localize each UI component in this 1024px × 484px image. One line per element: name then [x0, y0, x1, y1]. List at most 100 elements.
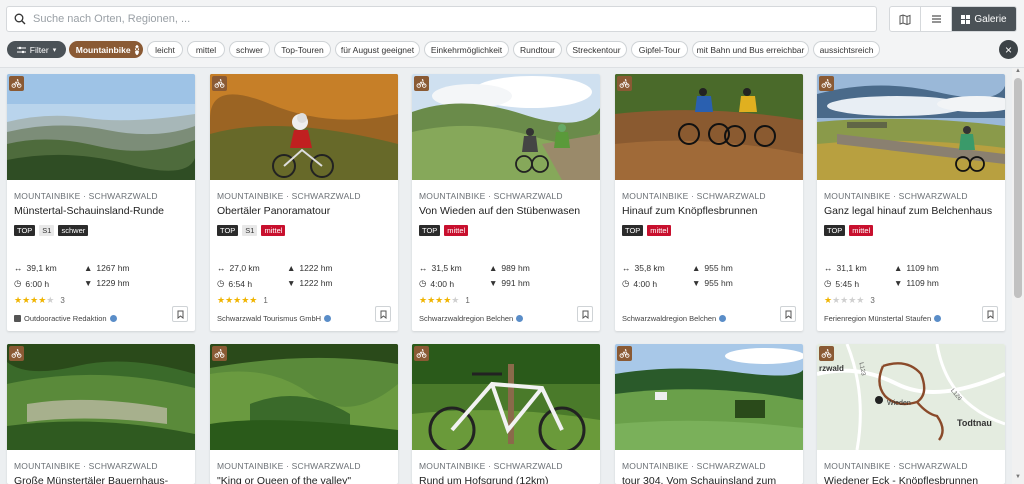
bookmark-button[interactable] [172, 306, 188, 322]
tour-card[interactable]: MOUNTAINBIKE · SCHWARZWALD Münstertal-Sc… [7, 74, 195, 331]
chip-top-touren[interactable]: Top-Touren [274, 41, 331, 58]
tour-title[interactable]: tour 304. Vom Schauinsland zum [622, 475, 776, 484]
tour-source[interactable]: Ferienregion Münstertal Staufen [824, 314, 942, 323]
tour-tags: TOP mittel [824, 225, 874, 236]
tour-title[interactable]: Obertäler Panoramatour [217, 205, 330, 217]
chip-mountainbike-active[interactable]: Mountainbike × [69, 41, 143, 58]
tour-card[interactable]: MOUNTAINBIKE · SCHWARZWALD tour 304. Vom… [615, 344, 803, 484]
view-switcher: Galerie [889, 6, 1017, 32]
filter-button[interactable]: Filter ▾ [7, 41, 66, 58]
verified-icon [719, 315, 727, 322]
bookmark-button[interactable] [780, 306, 796, 322]
tag-top: TOP [824, 225, 846, 236]
clock-icon: ◷ [622, 278, 630, 288]
tour-card[interactable]: MOUNTAINBIKE · SCHWARZWALD Große Münster… [7, 344, 195, 484]
bookmark-button[interactable] [982, 306, 998, 322]
chip-mittel[interactable]: mittel [187, 41, 225, 58]
duration: 6:54 h [228, 278, 253, 289]
star-rating: ★★★★★ [14, 295, 55, 305]
tour-title[interactable]: Münstertal-Schauinsland-Runde [14, 205, 164, 217]
chip-einkehr[interactable]: Einkehrmöglichkeit [424, 41, 509, 58]
rating: ★★★★★ 1 [419, 295, 470, 306]
tour-title[interactable]: Hinauf zum Knöpflesbrunnen [622, 205, 757, 217]
gallery-view-button[interactable]: Galerie [952, 7, 1016, 31]
chip-aussichtsreich[interactable]: aussichtsreich [813, 41, 880, 58]
ascent-icon: ▲ [84, 263, 93, 273]
bike-icon [212, 346, 227, 361]
source-name: Schwarzwaldregion Belchen [622, 314, 717, 323]
chip-rundtour[interactable]: Rundtour [513, 41, 562, 58]
tour-image [7, 74, 195, 180]
tour-card[interactable]: MOUNTAINBIKE · SCHWARZWALD Hinauf zum Kn… [615, 74, 803, 331]
tour-source[interactable]: Schwarzwald Tourismus GmbH [217, 314, 332, 323]
distance-icon: ↔ [14, 263, 23, 273]
tour-title[interactable]: Rund um Hofsgrund (12km) [419, 475, 549, 484]
tour-category: MOUNTAINBIKE · SCHWARZWALD [622, 191, 766, 201]
remove-filter-icon[interactable]: × [134, 44, 140, 55]
duration: 4:00 h [430, 278, 455, 289]
chip-streckentour[interactable]: Streckentour [566, 41, 627, 58]
chip-schwer[interactable]: schwer [229, 41, 270, 58]
scrollbar[interactable]: ▲ ▼ [1012, 68, 1024, 484]
list-view-button[interactable] [921, 7, 952, 31]
tour-title[interactable]: Große Münstertäler Bauernhaus- [14, 475, 168, 484]
review-count: 1 [263, 296, 268, 305]
tour-category: MOUNTAINBIKE · SCHWARZWALD [217, 191, 361, 201]
map-icon [899, 13, 911, 25]
tour-source[interactable]: Schwarzwaldregion Belchen [622, 314, 727, 323]
rating: ★★★★★ 3 [14, 295, 65, 306]
tour-card[interactable]: MOUNTAINBIKE · SCHWARZWALD Von Wieden au… [412, 74, 600, 331]
distance-icon: ↔ [824, 263, 833, 273]
tour-stats: ↔ 27,0 km ▲ 1222 hm ◷ 6:54 h ▼ 1222 hm [217, 263, 387, 293]
clock-icon: ◷ [419, 278, 427, 288]
tour-source[interactable]: Schwarzwaldregion Belchen [419, 314, 524, 323]
chip-bahn-bus[interactable]: mit Bahn und Bus erreichbar [692, 41, 809, 58]
scroll-down-icon[interactable]: ▼ [1014, 474, 1022, 482]
tour-card[interactable]: MOUNTAINBIKE · SCHWARZWALD "King or Quee… [210, 344, 398, 484]
tour-card[interactable]: rzwald Wieden Todtnau L123 L126 MOUNTAIN… [817, 344, 1005, 484]
ascent: 989 hm [501, 263, 530, 273]
tour-tags: TOP mittel [622, 225, 672, 236]
source-name: Outdooractive Redaktion [24, 314, 107, 323]
scroll-up-icon[interactable]: ▲ [1014, 68, 1022, 76]
chip-leicht[interactable]: leicht [147, 41, 183, 58]
bookmark-button[interactable] [375, 306, 391, 322]
search-box[interactable] [6, 6, 877, 32]
tag-top: TOP [14, 225, 36, 236]
chip-august[interactable]: für August geeignet [335, 41, 420, 58]
active-filter-label: Mountainbike [75, 44, 131, 55]
tour-card[interactable]: MOUNTAINBIKE · SCHWARZWALD Rund um Hofsg… [412, 344, 600, 484]
tour-source[interactable]: Outdooractive Redaktion [14, 314, 117, 323]
duration: 4:00 h [633, 278, 658, 289]
tour-title[interactable]: Wiedener Eck - Knöpflesbrunnen [824, 475, 978, 484]
bike-icon [819, 76, 834, 91]
tour-map-image: rzwald Wieden Todtnau L123 L126 [817, 344, 1005, 450]
source-name: Schwarzwaldregion Belchen [419, 314, 514, 323]
bookmark-icon [380, 310, 386, 319]
descent: 991 hm [501, 278, 530, 288]
tag-top: TOP [217, 225, 239, 236]
distance: 35,8 km [634, 263, 665, 273]
tour-category: MOUNTAINBIKE · SCHWARZWALD [622, 461, 766, 471]
chip-gipfel-tour[interactable]: Gipfel-Tour [631, 41, 688, 58]
filter-label: Filter [29, 44, 49, 55]
tour-title[interactable]: Ganz legal hinauf zum Belchenhaus [824, 205, 992, 217]
tour-title[interactable]: Von Wieden auf den Stübenwasen [419, 205, 580, 217]
scrollbar-thumb[interactable] [1014, 78, 1022, 298]
tour-image [412, 344, 600, 450]
descent-icon: ▼ [287, 278, 296, 288]
bookmark-button[interactable] [577, 306, 593, 322]
tour-tags: TOP S1 schwer [14, 225, 89, 236]
tour-card[interactable]: MOUNTAINBIKE · SCHWARZWALD Obertäler Pan… [210, 74, 398, 331]
distance-icon: ↔ [419, 263, 428, 273]
tour-title[interactable]: "King or Queen of the valley" [217, 475, 351, 484]
tour-card[interactable]: MOUNTAINBIKE · SCHWARZWALD Ganz legal hi… [817, 74, 1005, 331]
duration: 5:45 h [835, 278, 860, 289]
map-view-button[interactable] [890, 7, 921, 31]
distance: 31,5 km [431, 263, 462, 273]
close-icon[interactable]: × [999, 40, 1018, 59]
ascent-icon: ▲ [287, 263, 296, 273]
tag-difficulty: schwer [58, 225, 89, 236]
tag-difficulty: mittel [261, 225, 286, 236]
search-input[interactable] [33, 13, 876, 25]
